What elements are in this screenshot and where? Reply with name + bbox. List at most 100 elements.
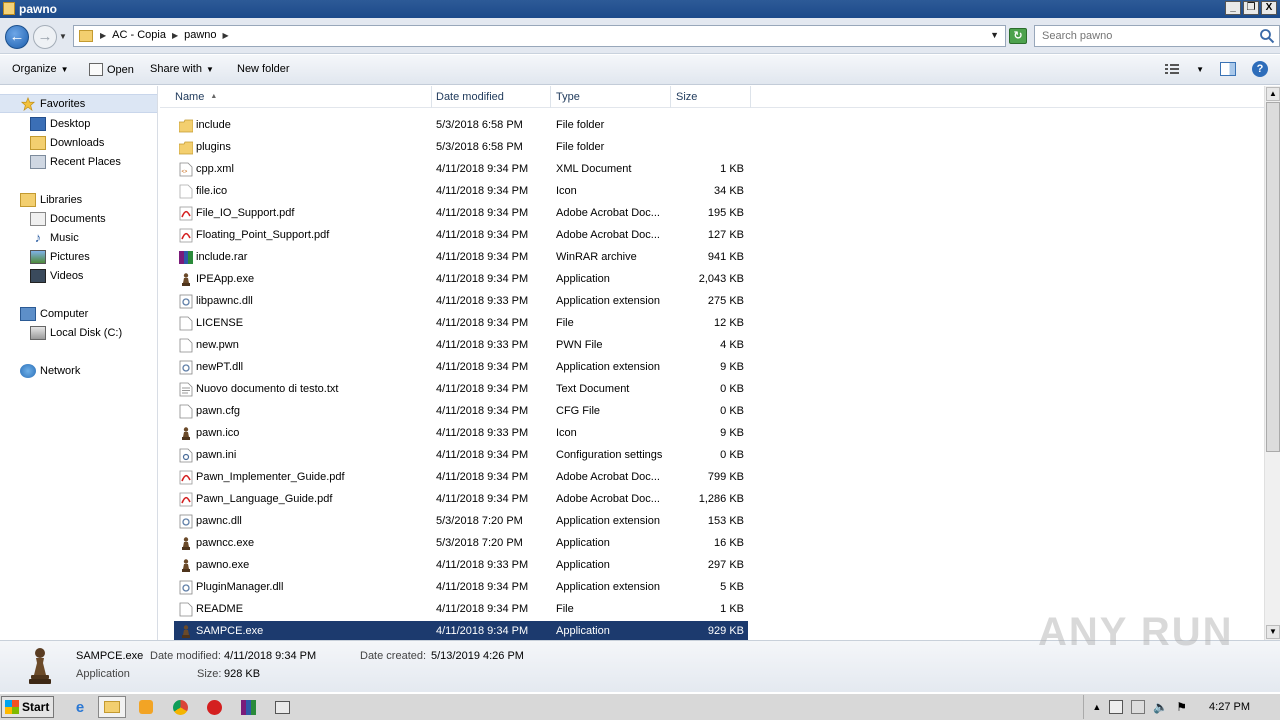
file-row[interactable]: Nuovo documento di testo.txt 4/11/2018 9:…	[174, 379, 748, 401]
chevron-down-icon[interactable]: ▼	[990, 30, 999, 40]
nav-libraries[interactable]: Libraries	[0, 190, 157, 209]
new-folder-button[interactable]: New folder	[237, 63, 290, 75]
taskbar-window[interactable]	[268, 696, 296, 718]
nav-desktop[interactable]: Desktop	[0, 114, 157, 133]
file-row[interactable]: pawncc.exe 5/3/2018 7:20 PM Application 16 …	[174, 533, 748, 555]
organize-button[interactable]: Organize ▼	[12, 63, 69, 75]
refresh-button[interactable]: ↻	[1009, 28, 1027, 44]
change-view-icon[interactable]	[1164, 62, 1180, 76]
taskbar-security-app[interactable]	[200, 696, 228, 718]
window-controls: _ ❐ X	[1225, 1, 1277, 15]
folder-icon	[178, 140, 194, 155]
file-row[interactable]: newPT.dll 4/11/2018 9:34 PM Application ex…	[174, 357, 748, 379]
column-header-size[interactable]: Size	[671, 86, 751, 108]
file-row[interactable]: PluginManager.dll 4/11/2018 9:34 PM Applic…	[174, 577, 748, 599]
file-row[interactable]: Floating_Point_Support.pdf 4/11/2018 9:34…	[174, 225, 748, 247]
preview-pane-icon[interactable]	[1220, 62, 1236, 76]
column-header-type[interactable]: Type	[551, 86, 671, 108]
file-row[interactable]: include.rar 4/11/2018 9:34 PM WinRAR archi…	[174, 247, 748, 269]
nav-music[interactable]: ♪ Music	[0, 228, 157, 247]
taskbar-internet-explorer[interactable]: e	[66, 696, 94, 718]
file-row[interactable]: LICENSE 4/11/2018 9:34 PM File 12 KB	[174, 313, 748, 335]
scroll-up-icon[interactable]: ▲	[1266, 87, 1280, 101]
file-row[interactable]: Pawn_Implementer_Guide.pdf 4/11/2018 9:34…	[174, 467, 748, 489]
file-row[interactable]: IPEApp.exe 4/11/2018 9:34 PM Application 2,…	[174, 269, 748, 291]
nav-network[interactable]: Network	[0, 361, 157, 380]
volume-icon[interactable]: 🔈	[1153, 700, 1168, 714]
file-row[interactable]: Pawn_Language_Guide.pdf 4/11/2018 9:34 PM…	[174, 489, 748, 511]
file-size: 799 KB	[707, 471, 744, 483]
nav-documents[interactable]: Documents	[0, 209, 157, 228]
hard-drive-icon	[30, 325, 46, 340]
organize-label: Organize	[12, 63, 57, 75]
restore-button[interactable]: ❐	[1243, 1, 1259, 15]
scrollbar-thumb[interactable]	[1266, 102, 1280, 452]
recent-pages-dropdown-icon[interactable]: ▼	[59, 32, 67, 41]
pdf-icon	[179, 492, 193, 507]
display-icon[interactable]	[1131, 700, 1146, 714]
breadcrumb-item[interactable]: AC - Copia	[112, 29, 166, 41]
file-row[interactable]: pawn.ini 4/11/2018 9:34 PM Configuration s…	[174, 445, 748, 467]
nav-pictures[interactable]: Pictures	[0, 247, 157, 266]
file-row[interactable]: pawnc.dll 5/3/2018 7:20 PM Application ext…	[174, 511, 748, 533]
file-name: cpp.xml	[196, 163, 234, 175]
taskbar-explorer[interactable]	[98, 696, 126, 718]
chevron-right-icon[interactable]: ▶	[100, 31, 106, 40]
back-button[interactable]: ←	[5, 25, 29, 49]
file-row[interactable]: pawno.exe 4/11/2018 9:33 PM Application 297…	[174, 555, 748, 577]
file-row[interactable]: new.pwn 4/11/2018 9:33 PM PWN File 4 KB	[174, 335, 748, 357]
file-size: 929 KB	[707, 625, 744, 637]
search-box[interactable]	[1034, 25, 1280, 47]
file-size: 5 KB	[720, 581, 744, 593]
chevron-right-icon[interactable]: ▶	[223, 31, 229, 40]
file-name: pawn.cfg	[196, 405, 241, 417]
open-button[interactable]: Open	[89, 63, 134, 76]
action-center-flag-icon[interactable]: ⚑	[1176, 700, 1187, 714]
file-row[interactable]: README 4/11/2018 9:34 PM File 1 KB	[174, 599, 748, 621]
share-with-button[interactable]: Share with ▼	[150, 63, 214, 75]
file-type: Adobe Acrobat Doc...	[556, 493, 660, 505]
taskbar-winrar[interactable]	[234, 696, 262, 718]
file-row[interactable]: libpawnc.dll 4/11/2018 9:33 PM Application…	[174, 291, 748, 313]
breadcrumb[interactable]: ▶ AC - Copia ▶ pawno ▶ ▼	[73, 25, 1006, 47]
nav-downloads[interactable]: Downloads	[0, 133, 157, 152]
details-date-created: 5/13/2019 4:26 PM	[431, 650, 524, 662]
file-row[interactable]: <> cpp.xml 4/11/2018 9:34 PM XML Document 1 …	[174, 159, 748, 181]
nav-local-disk[interactable]: Local Disk (C:)	[0, 323, 157, 342]
winrar-icon	[240, 699, 256, 715]
column-header-name[interactable]: Name ▲	[170, 86, 432, 108]
nav-computer[interactable]: Computer	[0, 304, 157, 323]
show-hidden-icons-icon[interactable]: ▲	[1092, 702, 1101, 712]
nav-recent-places[interactable]: Recent Places	[0, 152, 157, 171]
file-row[interactable]: file.ico 4/11/2018 9:34 PM Icon 34 KB	[174, 181, 748, 203]
file-type: XML Document	[556, 163, 632, 175]
minimize-button[interactable]: _	[1225, 1, 1241, 15]
forward-arrow-icon: →	[37, 28, 53, 45]
forward-button[interactable]: →	[33, 25, 57, 49]
file-row[interactable]: File_IO_Support.pdf 4/11/2018 9:34 PM Adob…	[174, 203, 748, 225]
taskbar-chrome[interactable]	[166, 696, 194, 718]
file-row[interactable]: pawn.ico 4/11/2018 9:33 PM Icon 9 KB	[174, 423, 748, 445]
view-options-chevron-icon[interactable]: ▼	[1196, 65, 1204, 74]
clock[interactable]: 4:27 PM	[1209, 701, 1250, 713]
search-icon[interactable]	[1259, 28, 1275, 44]
file-name: libpawnc.dll	[196, 295, 253, 307]
breadcrumb-item[interactable]: pawno	[184, 29, 216, 41]
nav-favorites[interactable]: Favorites	[0, 94, 157, 113]
vertical-scrollbar[interactable]: ▲ ▼	[1264, 86, 1280, 640]
file-row[interactable]: plugins 5/3/2018 6:58 PM File folder	[174, 137, 748, 159]
close-button[interactable]: X	[1261, 1, 1277, 15]
network-status-icon[interactable]	[1109, 700, 1124, 714]
file-type: Text Document	[556, 383, 630, 395]
column-header-date[interactable]: Date modified	[431, 86, 551, 108]
nav-videos[interactable]: Videos	[0, 266, 157, 285]
search-input[interactable]	[1037, 27, 1255, 45]
scroll-down-icon[interactable]: ▼	[1266, 625, 1280, 639]
taskbar-media-player[interactable]	[132, 696, 160, 718]
file-row[interactable]: pawn.cfg 4/11/2018 9:34 PM CFG File 0 KB	[174, 401, 748, 423]
chevron-right-icon[interactable]: ▶	[172, 31, 178, 40]
file-row[interactable]: include 5/3/2018 6:58 PM File folder	[174, 115, 748, 137]
blank-file-icon	[179, 404, 193, 419]
start-button[interactable]: Start	[1, 696, 54, 718]
help-icon[interactable]: ?	[1252, 61, 1268, 77]
